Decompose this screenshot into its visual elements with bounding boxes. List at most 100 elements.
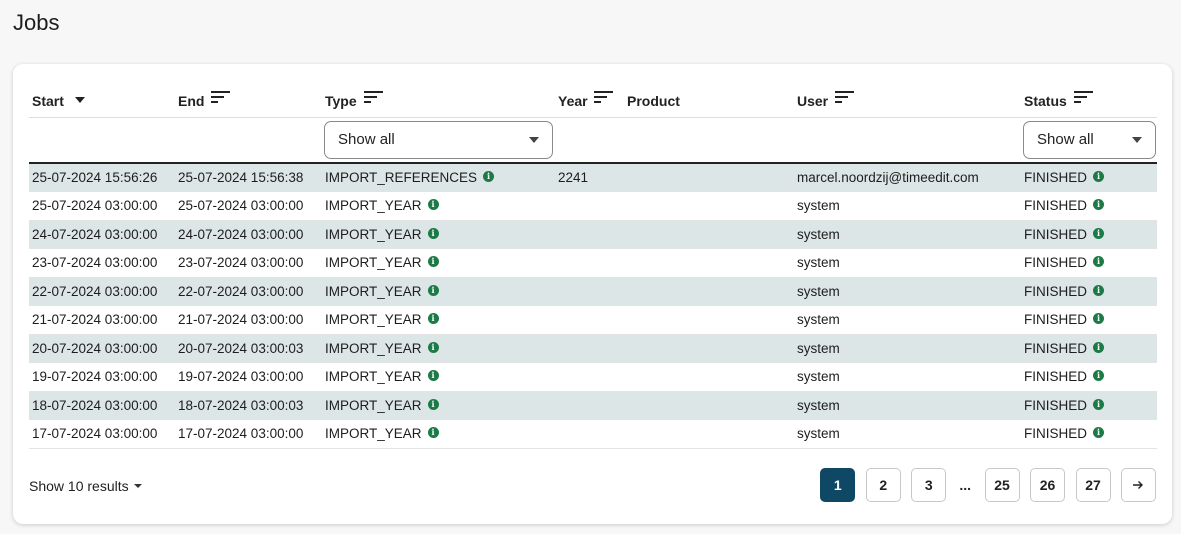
info-icon[interactable]: i — [1093, 427, 1105, 439]
cell-type: IMPORT_YEAR i — [322, 391, 555, 420]
cell-start: 20-07-2024 03:00:00 — [29, 334, 175, 363]
info-icon[interactable]: i — [1093, 313, 1105, 325]
end-value: 21-07-2024 03:00:00 — [178, 312, 304, 328]
cell-type: IMPORT_YEAR i — [322, 277, 555, 306]
column-header-type[interactable]: Type — [322, 84, 555, 117]
cell-user: system — [794, 334, 1021, 363]
column-header-start[interactable]: Start — [29, 84, 175, 117]
cell-year — [555, 277, 624, 306]
status-filter-select[interactable]: Show all — [1023, 120, 1156, 159]
info-icon[interactable]: i — [1093, 398, 1105, 410]
status-value: FINISHED — [1024, 255, 1088, 271]
page-button-1[interactable]: 1 — [820, 468, 856, 502]
info-icon[interactable]: i — [427, 398, 439, 410]
table-body: 25-07-2024 15:56:26 25-07-2024 15:56:38 IM… — [29, 163, 1157, 449]
cell-start: 17-07-2024 03:00:00 — [29, 419, 175, 449]
user-value: system — [797, 198, 840, 214]
table-row: 20-07-2024 03:00:00 20-07-2024 03:00:03 IM… — [29, 334, 1157, 363]
column-label: End — [178, 92, 205, 109]
page-button-26[interactable]: 26 — [1030, 468, 1065, 502]
info-icon[interactable]: i — [1093, 256, 1105, 268]
sort-icon[interactable] — [1073, 90, 1093, 107]
user-value: system — [797, 283, 840, 299]
info-icon[interactable]: i — [1093, 370, 1105, 382]
cell-end: 25-07-2024 03:00:00 — [175, 191, 322, 221]
type-value: IMPORT_YEAR — [325, 340, 422, 356]
status-value: FINISHED — [1024, 312, 1088, 328]
table-row: 24-07-2024 03:00:00 24-07-2024 03:00:00 IM… — [29, 220, 1157, 249]
type-filter-select[interactable]: Show all — [324, 120, 553, 159]
column-header-status[interactable]: Status — [1021, 84, 1157, 117]
info-icon[interactable]: i — [427, 256, 439, 268]
start-value: 20-07-2024 03:00:00 — [32, 340, 158, 356]
info-icon[interactable]: i — [1093, 284, 1105, 296]
status-filter-value: Show all — [1037, 131, 1094, 149]
page-button-2[interactable]: 2 — [865, 468, 901, 502]
type-value: IMPORT_YEAR — [325, 283, 422, 299]
cell-product — [624, 277, 794, 306]
next-page-button[interactable] — [1121, 468, 1156, 502]
cell-year — [555, 305, 624, 335]
user-value: system — [797, 226, 840, 242]
info-icon[interactable]: i — [427, 227, 439, 239]
info-icon[interactable]: i — [1093, 171, 1105, 182]
table-row: 18-07-2024 03:00:00 18-07-2024 03:00:03 IM… — [29, 391, 1157, 420]
info-icon[interactable]: i — [427, 427, 439, 439]
cell-end: 19-07-2024 03:00:00 — [175, 362, 322, 392]
table-row: 22-07-2024 03:00:00 22-07-2024 03:00:00 IM… — [29, 277, 1157, 306]
year-value: 2241 — [558, 170, 589, 185]
cell-year — [555, 220, 624, 249]
column-header-end[interactable]: End — [175, 84, 322, 117]
type-value: IMPORT_YEAR — [325, 312, 422, 328]
sort-icon[interactable] — [211, 90, 231, 107]
info-icon[interactable]: i — [1093, 199, 1105, 211]
cell-end: 20-07-2024 03:00:03 — [175, 334, 322, 363]
pagination-ellipsis: ... — [959, 477, 971, 493]
end-value: 25-07-2024 03:00:00 — [178, 198, 304, 214]
info-icon[interactable]: i — [1093, 227, 1105, 239]
column-label: Year — [558, 92, 588, 109]
info-icon[interactable]: i — [427, 341, 439, 353]
type-value: IMPORT_REFERENCES — [325, 170, 478, 185]
sort-icon[interactable] — [594, 90, 614, 107]
user-value: system — [797, 426, 840, 442]
column-label: Type — [325, 92, 357, 109]
status-value: FINISHED — [1024, 397, 1088, 413]
start-value: 18-07-2024 03:00:00 — [32, 397, 158, 413]
cell-start: 21-07-2024 03:00:00 — [29, 305, 175, 335]
end-value: 25-07-2024 15:56:38 — [178, 170, 304, 185]
cell-status: FINISHED i — [1021, 277, 1157, 306]
cell-status: FINISHED i — [1021, 305, 1157, 335]
sort-descending-icon[interactable] — [74, 90, 85, 106]
table-row: 25-07-2024 03:00:00 25-07-2024 03:00:00 IM… — [29, 191, 1157, 221]
column-header-year[interactable]: Year — [555, 84, 624, 117]
cell-type: IMPORT_YEAR i — [322, 334, 555, 363]
page-button-27[interactable]: 27 — [1075, 468, 1111, 502]
cell-status: FINISHED i — [1021, 248, 1157, 278]
type-value: IMPORT_YEAR — [325, 426, 422, 442]
page-button-3[interactable]: 3 — [911, 468, 947, 502]
cell-type: IMPORT_REFERENCES i — [322, 163, 555, 192]
cell-status: FINISHED i — [1021, 362, 1157, 392]
caret-down-icon — [133, 484, 142, 488]
sort-icon[interactable] — [835, 90, 855, 107]
start-value: 25-07-2024 03:00:00 — [32, 198, 158, 214]
cell-year — [555, 362, 624, 392]
cell-year — [555, 191, 624, 221]
info-icon[interactable]: i — [427, 313, 439, 325]
status-value: FINISHED — [1024, 283, 1088, 299]
page-button-25[interactable]: 25 — [984, 468, 1020, 502]
info-icon[interactable]: i — [427, 284, 439, 296]
cell-product — [624, 362, 794, 392]
sort-icon[interactable] — [363, 90, 383, 107]
info-icon[interactable]: i — [427, 370, 439, 382]
info-icon[interactable]: i — [427, 199, 439, 211]
column-header-user[interactable]: User — [794, 84, 1021, 117]
cell-status: FINISHED i — [1021, 334, 1157, 363]
info-icon[interactable]: i — [483, 171, 495, 182]
info-icon[interactable]: i — [1093, 341, 1105, 353]
end-value: 19-07-2024 03:00:00 — [178, 369, 304, 385]
results-per-page-dropdown[interactable]: Show 10 results — [29, 478, 142, 494]
filter-row: Show all Show all — [29, 116, 1157, 163]
cell-year: 2241 — [555, 163, 624, 192]
